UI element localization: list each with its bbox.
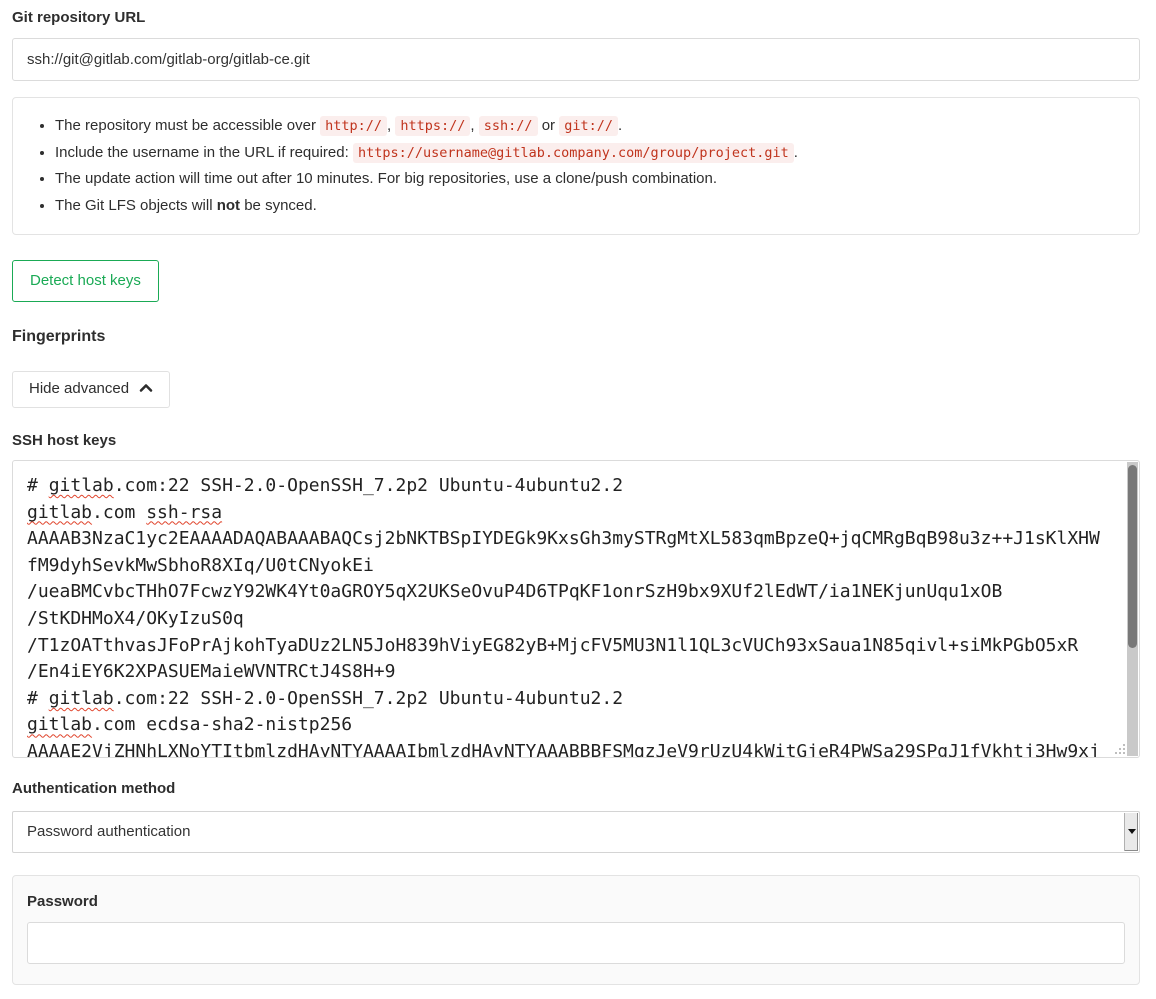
authentication-method-label: Authentication method	[12, 780, 1140, 797]
selected-authentication-method: Password authentication	[27, 823, 190, 840]
scrollbar-thumb[interactable]	[1128, 465, 1137, 648]
resize-grip-icon[interactable]	[1114, 743, 1126, 755]
select-dropdown-strip[interactable]	[1124, 813, 1138, 851]
authentication-method-select[interactable]: Password authentication	[12, 811, 1140, 853]
mirror-repository-settings-form: Git repository URL The repository must b…	[0, 0, 1156, 985]
git-repository-url-input[interactable]	[12, 38, 1140, 81]
hide-advanced-button[interactable]: Hide advanced	[12, 371, 170, 408]
password-input[interactable]	[27, 922, 1125, 964]
dropdown-arrow-icon	[1128, 829, 1136, 834]
password-label: Password	[27, 893, 1125, 910]
info-notes-list: The repository must be accessible over h…	[29, 113, 1123, 219]
repository-url-info-box: The repository must be accessible over h…	[12, 97, 1140, 235]
note-item: Include the username in the URL if requi…	[55, 140, 1123, 167]
ssh-host-keys-label: SSH host keys	[12, 432, 1140, 449]
note-item: The update action will time out after 10…	[55, 166, 1123, 193]
fingerprints-heading: Fingerprints	[12, 328, 1140, 346]
git-repository-url-label: Git repository URL	[12, 9, 1140, 26]
chevron-up-icon	[139, 381, 153, 398]
hide-advanced-label: Hide advanced	[29, 380, 129, 397]
ssh-host-keys-textarea[interactable]: # gitlab.com:22 SSH-2.0-OpenSSH_7.2p2 Ub…	[12, 460, 1140, 758]
detect-host-keys-button[interactable]: Detect host keys	[12, 260, 159, 302]
password-fieldset: Password	[12, 875, 1140, 985]
ssh-host-keys-content: # gitlab.com:22 SSH-2.0-OpenSSH_7.2p2 Ub…	[27, 473, 1113, 758]
note-item: The Git LFS objects will not be synced.	[55, 193, 1123, 220]
note-item: The repository must be accessible over h…	[55, 113, 1123, 140]
textarea-scrollbar[interactable]	[1127, 462, 1138, 756]
